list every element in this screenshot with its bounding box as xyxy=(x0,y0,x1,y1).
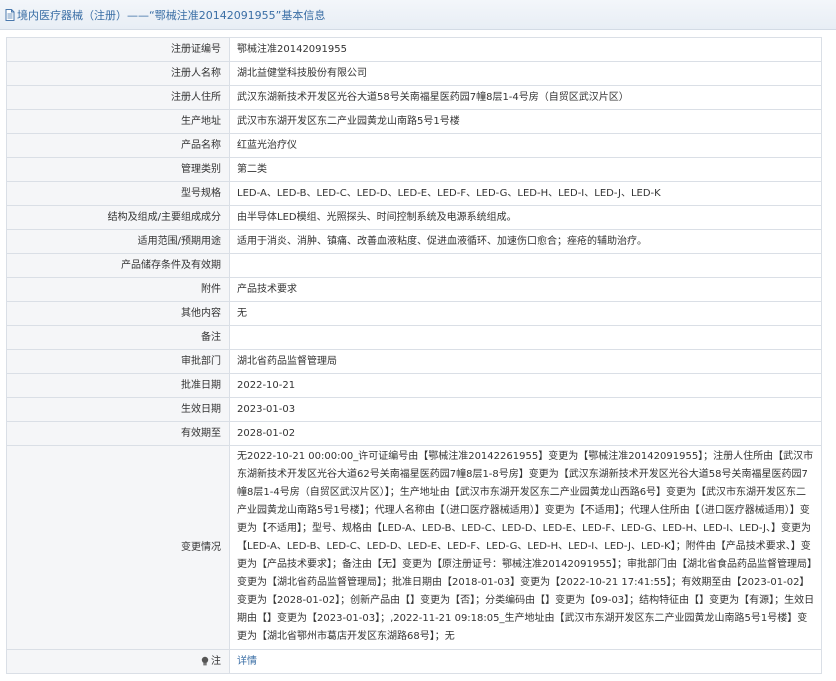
info-row: 产品储存条件及有效期 xyxy=(6,253,822,278)
field-label: 变更情况 xyxy=(6,445,230,650)
info-row: 生效日期 2023-01-03 xyxy=(6,397,822,422)
field-value: 产品技术要求 xyxy=(229,277,822,302)
field-value: 无 xyxy=(229,301,822,326)
info-row: 附件 产品技术要求 xyxy=(6,277,822,302)
field-value: 武汉市东湖开发区东二产业园黄龙山南路5号1号楼 xyxy=(229,109,822,134)
field-value: LED-A、LED-B、LED-C、LED-D、LED-E、LED-F、LED-… xyxy=(229,181,822,206)
field-value: 2022-10-21 xyxy=(229,373,822,398)
info-row: 产品名称 红蓝光治疗仪 xyxy=(6,133,822,158)
field-value: 湖北省药品监督管理局 xyxy=(229,349,822,374)
info-row: 注册证编号 鄂械注准20142091955 xyxy=(6,37,822,62)
field-label: 管理类别 xyxy=(6,157,230,182)
note-row: 注 详情 xyxy=(6,649,822,674)
field-label: 有效期至 xyxy=(6,421,230,446)
field-label: 生效日期 xyxy=(6,397,230,422)
field-label: 注册人住所 xyxy=(6,85,230,110)
field-value: 由半导体LED模组、光照探头、时间控制系统及电源系统组成。 xyxy=(229,205,822,230)
field-value: 鄂械注准20142091955 xyxy=(229,37,822,62)
change-history-text: 无2022-10-21 00:00:00_许可证编号由【鄂械注准20142261… xyxy=(229,445,822,650)
info-row: 注册人住所 武汉东湖新技术开发区光谷大道58号关南福星医药园7幢8层1-4号房（自… xyxy=(6,85,822,110)
detail-link[interactable]: 详情 xyxy=(237,656,257,667)
field-label: 附件 xyxy=(6,277,230,302)
note-label: 注 xyxy=(211,656,221,667)
field-value: 2028-01-02 xyxy=(229,421,822,446)
info-row: 适用范围/预期用途 适用于消炎、消肿、镇痛、改善血液粘度、促进血液循环、加速伤口愈… xyxy=(6,229,822,254)
field-value: 2023-01-03 xyxy=(229,397,822,422)
field-label: 注册证编号 xyxy=(6,37,230,62)
device-info-table: 注册证编号 鄂械注准20142091955 注册人名称 湖北益健堂科技股份有限公司 注册… xyxy=(6,37,822,674)
field-label: 型号规格 xyxy=(6,181,230,206)
info-row: 审批部门 湖北省药品监督管理局 xyxy=(6,349,822,374)
info-row: 注册人名称 湖北益健堂科技股份有限公司 xyxy=(6,61,822,86)
page-title: 境内医疗器械（注册）——“鄂械注准20142091955”基本信息 xyxy=(17,8,326,22)
field-label: 审批部门 xyxy=(6,349,230,374)
field-label: 产品名称 xyxy=(6,133,230,158)
field-label: 其他内容 xyxy=(6,301,230,326)
field-value: 武汉东湖新技术开发区光谷大道58号关南福星医药园7幢8层1-4号房（自贸区武汉片… xyxy=(229,85,822,110)
info-row: 型号规格 LED-A、LED-B、LED-C、LED-D、LED-E、LED-F、… xyxy=(6,181,822,206)
field-label: 批准日期 xyxy=(6,373,230,398)
info-row: 有效期至 2028-01-02 xyxy=(6,421,822,446)
field-label: 适用范围/预期用途 xyxy=(6,229,230,254)
info-row: 生产地址 武汉市东湖开发区东二产业园黄龙山南路5号1号楼 xyxy=(6,109,822,134)
field-label: 结构及组成/主要组成成分 xyxy=(6,205,230,230)
field-label: 注册人名称 xyxy=(6,61,230,86)
lightbulb-icon xyxy=(201,656,209,666)
change-history-row: 变更情况 无2022-10-21 00:00:00_许可证编号由【鄂械注准2014… xyxy=(6,445,822,650)
field-value: 适用于消炎、消肿、镇痛、改善血液粘度、促进血液循环、加速伤口愈合；痤疮的辅助治疗… xyxy=(229,229,822,254)
field-label: 备注 xyxy=(6,325,230,350)
field-label: 生产地址 xyxy=(6,109,230,134)
field-value xyxy=(229,253,822,278)
info-row: 批准日期 2022-10-21 xyxy=(6,373,822,398)
field-value: 湖北益健堂科技股份有限公司 xyxy=(229,61,822,86)
info-row: 备注 xyxy=(6,325,822,350)
field-value: 第二类 xyxy=(229,157,822,182)
field-value xyxy=(229,325,822,350)
field-label: 产品储存条件及有效期 xyxy=(6,253,230,278)
detail-cell: 详情 xyxy=(229,649,822,674)
info-row: 结构及组成/主要组成成分 由半导体LED模组、光照探头、时间控制系统及电源系统组成… xyxy=(6,205,822,230)
document-icon xyxy=(5,8,15,21)
info-row: 管理类别 第二类 xyxy=(6,157,822,182)
note-label-cell: 注 xyxy=(6,649,230,674)
field-value: 红蓝光治疗仪 xyxy=(229,133,822,158)
page-header: 境内医疗器械（注册）——“鄂械注准20142091955”基本信息 xyxy=(0,0,836,30)
info-row: 其他内容无 xyxy=(6,301,822,326)
